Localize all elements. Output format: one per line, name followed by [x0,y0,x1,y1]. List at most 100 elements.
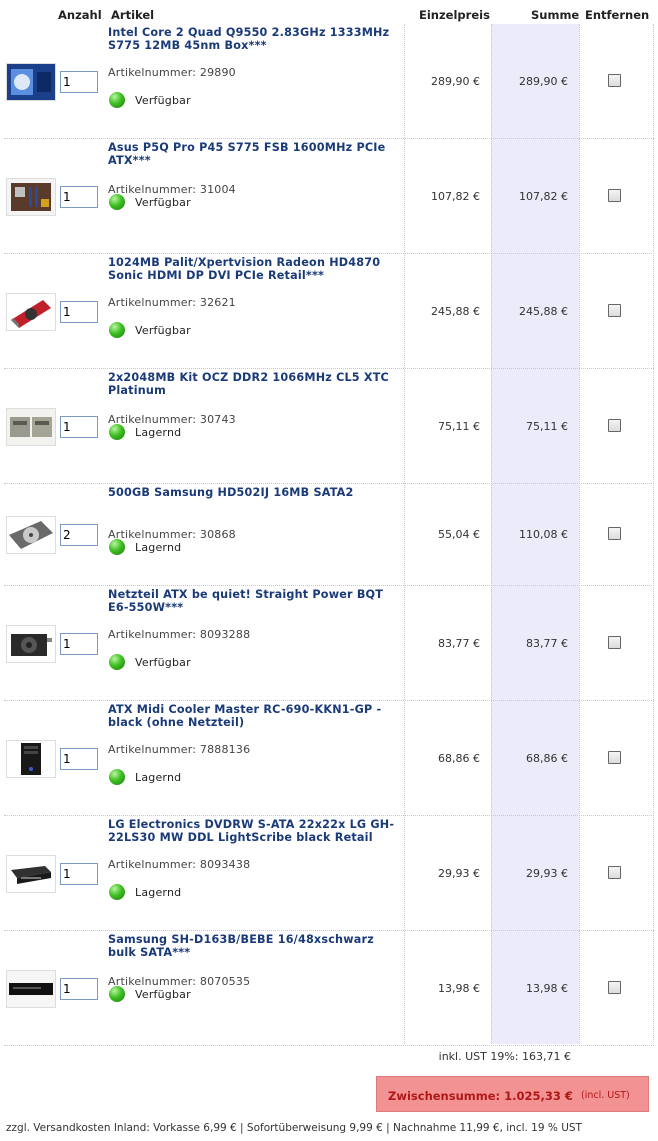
availability-status: Verfügbar [135,988,191,1001]
remove-checkbox[interactable] [608,74,621,87]
unit-price: 29,93 € [438,867,480,880]
product-thumbnail-dvd-drive-icon[interactable] [6,855,56,893]
availability-dot-icon [109,884,125,900]
quantity-input[interactable] [60,748,98,770]
availability-status: Lagernd [135,771,182,784]
subtotal-incl-vat: (incl. UST) [581,1090,630,1101]
row-divider [4,1045,654,1046]
unit-price: 245,88 € [431,305,480,318]
quantity-input[interactable] [60,416,98,438]
vat-line: inkl. UST 19%: 163,71 € [438,1050,571,1063]
availability-status: Verfügbar [135,94,191,107]
product-thumbnail-cpu-box-icon[interactable] [6,63,56,101]
unit-price: 13,98 € [438,982,480,995]
header-sum: Summe [531,8,580,22]
article-number: Artikelnummer: 32621 [108,296,236,309]
quantity-input[interactable] [60,863,98,885]
header-article: Artikel [111,8,155,22]
cart-item-row: ATX Midi Cooler Master RC-690-KKN1-GP - … [0,701,658,816]
remove-checkbox[interactable] [608,636,621,649]
quantity-input[interactable] [60,524,98,546]
unit-price: 68,86 € [438,752,480,765]
article-number: Artikelnummer: 31004 [108,183,236,196]
availability-dot-icon [109,92,125,108]
unit-price: 289,90 € [431,75,480,88]
cart-item-row: 500GB Samsung HD502IJ 16MB SATA2 Artikeln… [0,484,658,586]
availability-status: Verfügbar [135,656,191,669]
product-thumbnail-ram-icon[interactable] [6,408,56,446]
cart-item-row: Asus P5Q Pro P45 S775 FSB 1600MHz PCIe A… [0,139,658,254]
product-thumbnail-power-supply-icon[interactable] [6,625,56,663]
availability-dot-icon [109,654,125,670]
quantity-input[interactable] [60,978,98,1000]
product-title-link[interactable]: Asus P5Q Pro P45 S775 FSB 1600MHz PCIe A… [108,141,398,167]
product-title-link[interactable]: 500GB Samsung HD502IJ 16MB SATA2 [108,486,398,499]
unit-price: 55,04 € [438,528,480,541]
quantity-input[interactable] [60,186,98,208]
article-number: Artikelnummer: 30868 [108,528,236,541]
article-number: Artikelnummer: 29890 [108,66,236,79]
cart-item-row: Intel Core 2 Quad Q9550 2.83GHz 1333MHz … [0,24,658,139]
product-title-link[interactable]: Samsung SH-D163B/BEBE 16/48xschwarz bulk… [108,933,398,959]
availability-dot-icon [109,322,125,338]
availability-dot-icon [109,986,125,1002]
remove-checkbox[interactable] [608,751,621,764]
availability-dot-icon [109,194,125,210]
availability-status: Lagernd [135,886,182,899]
product-title-link[interactable]: ATX Midi Cooler Master RC-690-KKN1-GP - … [108,703,398,729]
line-sum: 13,98 € [526,982,568,995]
cart-item-row: 2x2048MB Kit OCZ DDR2 1066MHz CL5 XTC Pl… [0,369,658,484]
product-title-link[interactable]: Intel Core 2 Quad Q9550 2.83GHz 1333MHz … [108,26,398,52]
product-thumbnail-hard-drive-icon[interactable] [6,516,56,554]
product-title-link[interactable]: 1024MB Palit/Xpertvision Radeon HD4870 S… [108,256,398,282]
product-thumbnail-motherboard-icon[interactable] [6,178,56,216]
remove-checkbox[interactable] [608,189,621,202]
unit-price: 107,82 € [431,190,480,203]
product-title-link[interactable]: 2x2048MB Kit OCZ DDR2 1066MHz CL5 XTC Pl… [108,371,398,397]
availability-status: Verfügbar [135,324,191,337]
article-number: Artikelnummer: 8093288 [108,628,251,641]
quantity-input[interactable] [60,633,98,655]
availability-status: Verfügbar [135,196,191,209]
article-number: Artikelnummer: 7888136 [108,743,251,756]
header-remove: Entfernen [585,8,650,22]
remove-checkbox[interactable] [608,304,621,317]
unit-price: 75,11 € [438,420,480,433]
line-sum: 68,86 € [526,752,568,765]
product-title-link[interactable]: Netzteil ATX be quiet! Straight Power BQ… [108,588,398,614]
cart-item-row: Samsung SH-D163B/BEBE 16/48xschwarz bulk… [0,931,658,1046]
remove-checkbox[interactable] [608,866,621,879]
availability-dot-icon [109,769,125,785]
product-title-link[interactable]: LG Electronics DVDRW S-ATA 22x22x LG GH-… [108,818,398,844]
quantity-input[interactable] [60,71,98,93]
article-number: Artikelnummer: 30743 [108,413,236,426]
availability-dot-icon [109,424,125,440]
subtotal-box: Zwischensumme: 1.025,33 € (incl. UST) [376,1076,649,1112]
quantity-input[interactable] [60,301,98,323]
cart-item-row: 1024MB Palit/Xpertvision Radeon HD4870 S… [0,254,658,369]
product-thumbnail-graphics-card-icon[interactable] [6,293,56,331]
line-sum: 83,77 € [526,637,568,650]
unit-price: 83,77 € [438,637,480,650]
line-sum: 107,82 € [519,190,568,203]
availability-status: Lagernd [135,426,182,439]
article-number: Artikelnummer: 8093438 [108,858,251,871]
subtotal-label: Zwischensumme: 1.025,33 € [388,1089,573,1103]
shipping-costs: zzgl. Versandkosten Inland: Vorkasse 6,9… [6,1122,582,1134]
line-sum: 289,90 € [519,75,568,88]
line-sum: 29,93 € [526,867,568,880]
cart-item-row: LG Electronics DVDRW S-ATA 22x22x LG GH-… [0,816,658,931]
product-thumbnail-dvd-rom-icon[interactable] [6,970,56,1008]
cart-item-row: Netzteil ATX be quiet! Straight Power BQ… [0,586,658,701]
remove-checkbox[interactable] [608,981,621,994]
availability-dot-icon [109,539,125,555]
header-qty: Anzahl [58,8,102,22]
header-unit-price: Einzelpreis [419,8,490,22]
line-sum: 110,08 € [519,528,568,541]
remove-checkbox[interactable] [608,527,621,540]
line-sum: 245,88 € [519,305,568,318]
remove-checkbox[interactable] [608,419,621,432]
availability-status: Lagernd [135,541,182,554]
product-thumbnail-pc-case-icon[interactable] [6,740,56,778]
article-number: Artikelnummer: 8070535 [108,975,251,988]
